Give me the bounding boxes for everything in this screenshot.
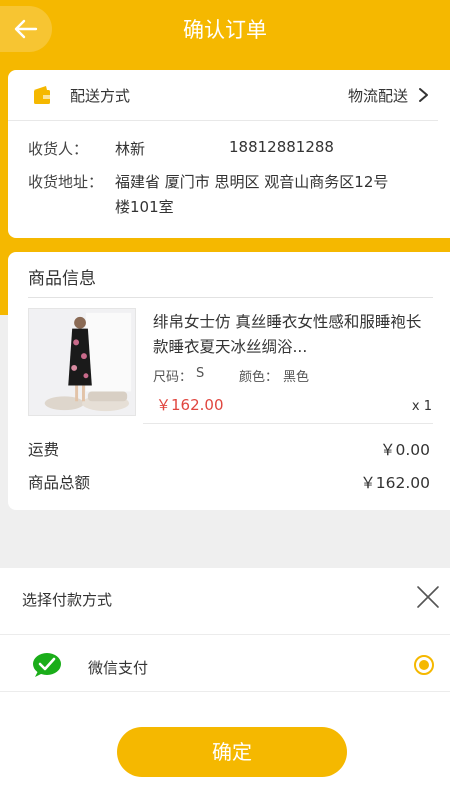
- close-icon[interactable]: [416, 585, 440, 609]
- chevron-right-icon: [419, 88, 428, 102]
- product-section-title: 商品信息: [28, 269, 96, 289]
- wallet-icon: [34, 86, 50, 104]
- wechat-pay-label: 微信支付: [88, 659, 149, 677]
- payment-sheet: 选择付款方式 微信支付 确定: [0, 568, 450, 800]
- shipping-method-row[interactable]: 配送方式 物流配送: [8, 70, 438, 121]
- shipping-method-label: 配送方式: [70, 87, 131, 105]
- product-price: ￥162.00: [156, 396, 224, 414]
- address-line-2: 楼101室: [115, 198, 174, 216]
- delivery-card: 配送方式 物流配送 收货人： 林新 18812881288 收货地址： 福建省 …: [8, 70, 450, 238]
- divider: [143, 423, 433, 424]
- shipping-method-value: 物流配送: [347, 87, 408, 105]
- shipping-fee-value: ￥0.00: [379, 441, 430, 459]
- shipping-fee-label: 运费: [28, 441, 60, 459]
- divider: [0, 691, 450, 692]
- product-image[interactable]: [28, 308, 136, 416]
- receiver-name: 林新: [115, 140, 146, 158]
- total-value: ￥162.00: [360, 474, 430, 492]
- confirm-button[interactable]: 确定: [117, 727, 347, 777]
- total-label: 商品总额: [28, 474, 91, 492]
- color-label: 颜色：: [239, 370, 279, 385]
- size-value: S: [196, 366, 205, 381]
- color-value: 黑色: [283, 370, 310, 385]
- product-quantity: x 1: [411, 399, 432, 414]
- divider: [28, 297, 433, 298]
- wechat-icon: [33, 653, 61, 677]
- address-label: 收货地址：: [28, 173, 104, 191]
- wechat-pay-radio[interactable]: [414, 655, 434, 675]
- divider: [0, 634, 450, 635]
- product-name: 绯帛女士仿 真丝睡衣女性感和服睡袍长款睡衣夏天冰丝绸浴...: [153, 313, 422, 356]
- address-line-1: 福建省 厦门市 思明区 观音山商务区12号: [115, 173, 389, 191]
- product-card: 商品信息 绯帛女士仿 真丝睡衣女性感和服睡袍长款睡衣夏天冰丝绸浴... 尺码： …: [8, 252, 450, 510]
- receiver-label: 收货人：: [28, 140, 89, 158]
- payment-title: 选择付款方式: [22, 591, 113, 609]
- receiver-phone: 18812881288: [229, 138, 334, 156]
- size-label: 尺码：: [153, 370, 193, 385]
- page-title: 确认订单: [183, 18, 267, 42]
